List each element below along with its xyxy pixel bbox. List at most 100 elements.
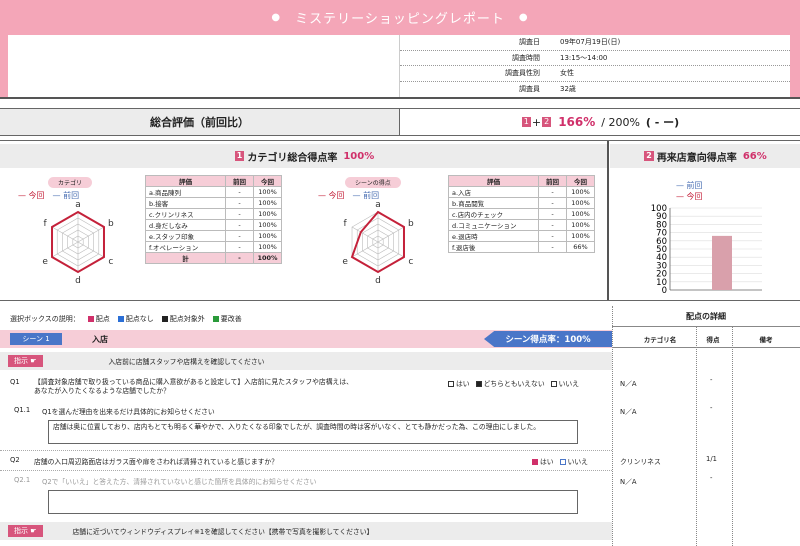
info-row: 調査日 09年07月19日(日) bbox=[400, 35, 790, 51]
radar-axis-label: f bbox=[44, 219, 48, 229]
right-pink-strip bbox=[790, 35, 800, 97]
table-row: e.スタッフ印象 -100% bbox=[145, 230, 282, 242]
radar-axis-label: d bbox=[75, 276, 81, 286]
scene-name: 入店 bbox=[92, 335, 108, 344]
radar-axis-label: e bbox=[342, 257, 348, 267]
radar-axis-label: a bbox=[375, 200, 381, 210]
thumb-icon: ☛ bbox=[30, 357, 37, 365]
legend-item: 配点なし bbox=[117, 314, 154, 324]
table-row: b.接客 -100% bbox=[145, 197, 282, 209]
checkbox-checked-icon bbox=[532, 459, 538, 465]
overall-diff: ( - ー) bbox=[645, 116, 680, 129]
q1-score: - bbox=[710, 376, 713, 384]
checkbox-icon bbox=[448, 381, 454, 387]
q2-1-answer[interactable] bbox=[48, 490, 578, 514]
q1-1-category: N／A bbox=[620, 408, 637, 416]
bar-ytick-label: 100 bbox=[651, 204, 667, 214]
instruction-label: 指示 ☛ bbox=[8, 355, 43, 367]
radar2-pill: シーンの得点 bbox=[345, 177, 401, 188]
legend-item: 要改善 bbox=[212, 314, 242, 324]
radar-axis-label: c bbox=[108, 257, 113, 267]
q2-text: 店舗の入口周辺路面店はガラス面や扉をさわれば清掃されていると感じますか？ bbox=[34, 458, 279, 466]
overall-evaluation-row: 総合評価（前回比） 1 +2 166% / 200% ( - ー) bbox=[0, 108, 800, 136]
radar-axis-label: a bbox=[75, 200, 81, 210]
divider-line bbox=[0, 450, 612, 451]
q1-1-text: Q1を選んだ理由を出来るだけ具体的にお知らせください bbox=[42, 408, 215, 416]
table-row: f.オペレーション -100% bbox=[145, 241, 282, 253]
instruction-row: 指示 ☛ 入店前に店舗スタッフや店構えを確認してください bbox=[0, 352, 612, 370]
table-row: d.コミュニケーション -100% bbox=[448, 219, 595, 231]
section-top-border bbox=[0, 140, 800, 141]
q1-option-neutral[interactable]: どちらともいえない bbox=[475, 378, 545, 388]
q1-option-yes[interactable]: はい bbox=[448, 378, 470, 388]
survey-info-table: 調査日 09年07月19日(日) 調査時間 13:15～14:00 調査員性別 女性 … bbox=[400, 35, 790, 97]
category-score-table: 評価 前回 今回 a.商品陳列 -100% b.接客 -100% c.クリンリネス -10… bbox=[145, 175, 282, 264]
q2-option-yes[interactable]: はい bbox=[532, 456, 554, 466]
radar-spoke bbox=[51, 241, 79, 258]
category-total-band: 1 カテゴリ総合得点率 100% bbox=[0, 144, 608, 168]
lower-section-border bbox=[0, 300, 800, 301]
radar-axis-label: c bbox=[408, 257, 413, 267]
details-left-border bbox=[612, 306, 613, 546]
scene-score-tag: シーン得点率：100% bbox=[484, 331, 612, 347]
legend-swatch-icon bbox=[161, 316, 168, 322]
title-bullet-left: ● bbox=[271, 12, 282, 23]
q2-option-no[interactable]: いいえ bbox=[559, 456, 588, 466]
table-row: e.退店時 -100% bbox=[448, 230, 595, 242]
legend-swatch-icon bbox=[117, 316, 124, 322]
table-row: c.店内のチェック -100% bbox=[448, 208, 595, 220]
repeat-intent-band: 2 再来店意向得点率 66% bbox=[610, 144, 800, 168]
selection-box-legend: 選択ボックスの説明： 配点 配点なし 配点対象外 要改善 bbox=[10, 314, 242, 324]
category-radar-chart: a b c d e f bbox=[42, 200, 114, 286]
details-title: 配点の詳細 bbox=[686, 311, 726, 321]
legend-swatch-icon bbox=[212, 316, 219, 322]
info-row: 調査時間 13:15～14:00 bbox=[400, 51, 790, 66]
title-bullet-right: ● bbox=[518, 12, 529, 23]
radar-spoke bbox=[351, 226, 379, 243]
radar-spoke bbox=[377, 226, 405, 243]
overall-evaluation-label: 総合評価（前回比） bbox=[0, 109, 400, 135]
radar-spoke bbox=[377, 241, 405, 258]
instruction-label: 指示 ☛ bbox=[8, 525, 43, 537]
q1-option-no[interactable]: いいえ bbox=[550, 378, 579, 388]
q2-category: クリンリネス bbox=[620, 458, 661, 466]
radar-axis-label: b bbox=[108, 219, 114, 229]
header-blank-area bbox=[8, 35, 400, 97]
legend-item: 配点 bbox=[87, 314, 110, 324]
q1-1-answer[interactable]: 店舗は奥に位置しており、店内もとても明るく華やかで、入りたくなる印象でしたが、調… bbox=[48, 420, 578, 444]
radar-spoke bbox=[51, 226, 79, 243]
checkbox-checked-icon bbox=[475, 381, 482, 387]
table-row: a.商品陳列 -100% bbox=[145, 186, 282, 198]
radar-axis-label: f bbox=[344, 219, 348, 229]
info-row: 調査員 32歳 bbox=[519, 85, 576, 94]
report-title-bar: ● ミステリーショッピングレポート ● bbox=[0, 0, 800, 35]
bar-legend: — 前回 — 今回 bbox=[676, 181, 703, 201]
q1-options: はい どちらともいえない いいえ bbox=[448, 378, 579, 388]
radar1-pill: カテゴリ bbox=[48, 177, 93, 188]
q2-1-category: N／A bbox=[620, 478, 637, 486]
thumb-icon: ☛ bbox=[30, 527, 37, 535]
radar-axis-label: e bbox=[42, 257, 48, 267]
checkbox-icon bbox=[559, 459, 566, 465]
radar-axis-label: d bbox=[375, 276, 381, 286]
scene-tag: シーン 1 bbox=[10, 333, 62, 345]
q2-1-id: Q2.1 bbox=[14, 476, 31, 484]
report-title: ミステリーショッピングレポート bbox=[295, 12, 505, 27]
q1-1-id: Q1.1 bbox=[14, 406, 31, 414]
scene-score-table: 評価 前回 今回 a.入店 -100% b.商品閲覧 -100% c.店内のチェック -1… bbox=[448, 175, 595, 253]
legend-swatch-icon bbox=[87, 316, 94, 322]
q2-1-score: - bbox=[710, 474, 713, 482]
details-col-sep bbox=[732, 326, 733, 546]
q2-id: Q2 bbox=[10, 456, 20, 464]
details-header: カテゴリ名 得点 備考 bbox=[612, 326, 800, 348]
info-row: 調査員性別 女性 bbox=[400, 66, 790, 82]
q1-category: N／A bbox=[620, 380, 637, 388]
overall-evaluation-value: 1 +2 166% / 200% ( - ー) bbox=[521, 115, 680, 129]
radar-spoke bbox=[77, 226, 105, 243]
section-vertical-divider bbox=[607, 140, 609, 300]
table-row: f.退店後 -66% bbox=[448, 241, 595, 253]
repeat-bar-chart: 0102030405060708090100 bbox=[651, 204, 762, 296]
divider-rule bbox=[0, 97, 800, 99]
q1-id: Q1 bbox=[10, 378, 20, 386]
radar-spoke bbox=[77, 241, 105, 258]
